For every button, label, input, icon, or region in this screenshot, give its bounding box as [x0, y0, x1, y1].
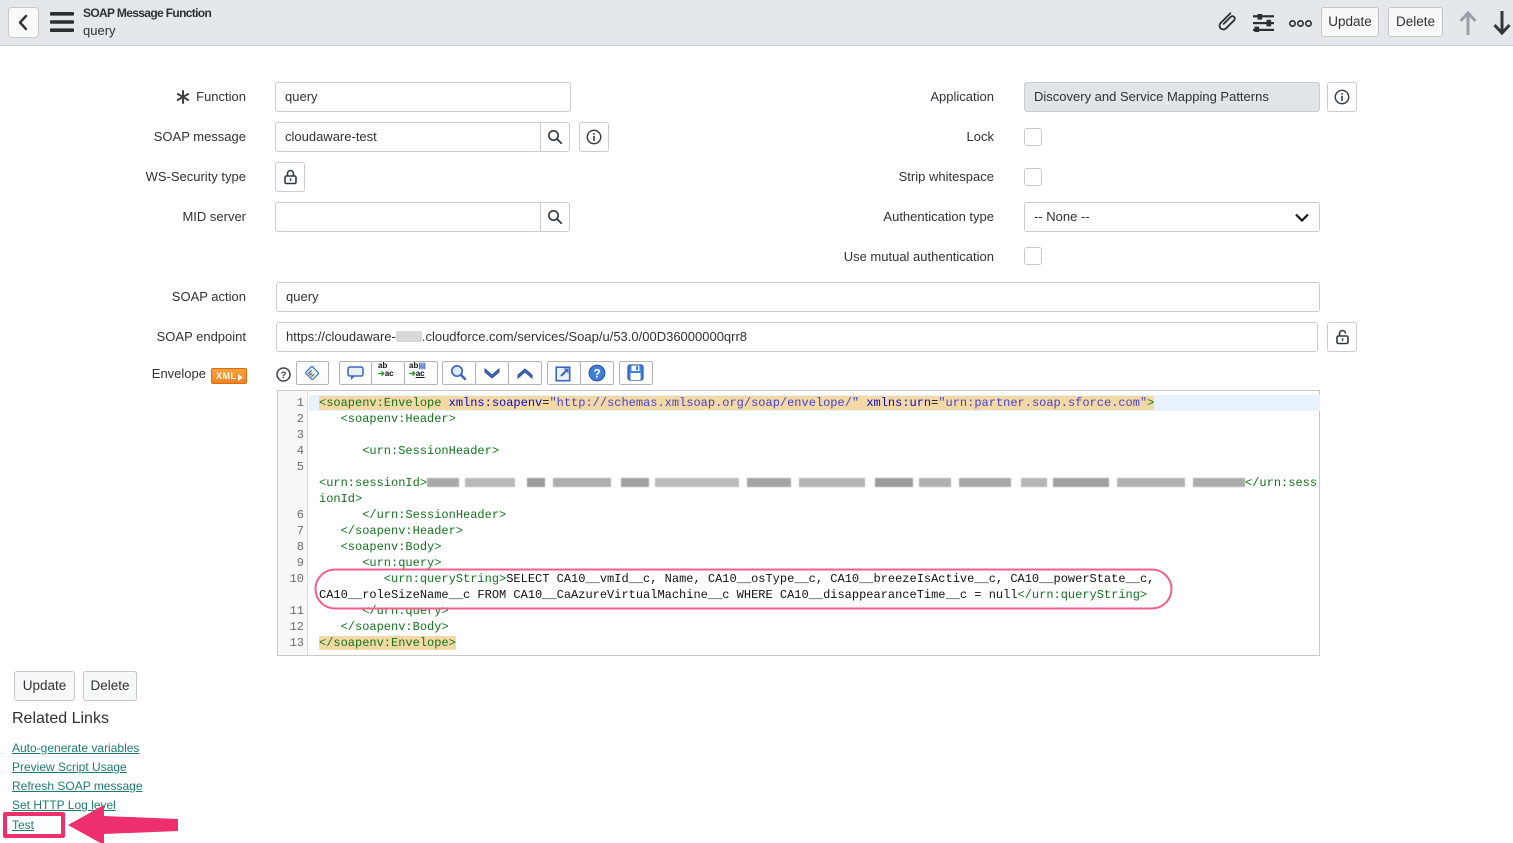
svg-text:?: ? [593, 367, 600, 381]
svg-text:?: ? [281, 370, 287, 381]
